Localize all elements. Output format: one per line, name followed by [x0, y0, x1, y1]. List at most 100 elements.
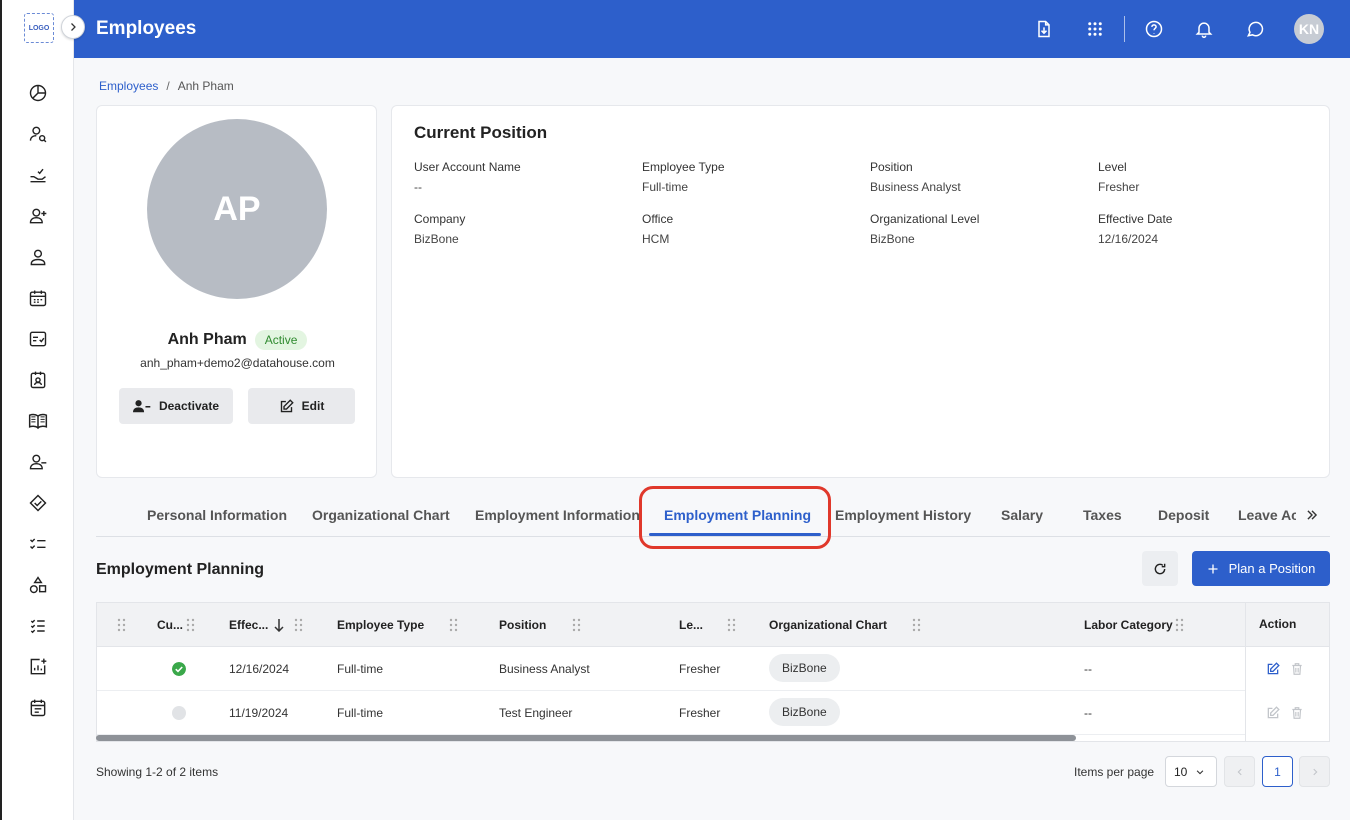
tabs-scroll-right-button[interactable] [1302, 505, 1322, 525]
column-header-employee-type[interactable]: Employee Type [337, 618, 424, 632]
plan-position-button[interactable]: Plan a Position [1192, 551, 1330, 586]
handshake-icon [29, 493, 47, 512]
prev-page-button[interactable] [1224, 756, 1255, 787]
items-per-page-label: Items per page [1074, 765, 1155, 779]
horizontal-scrollbar[interactable] [96, 735, 1076, 741]
field-value: -- [414, 180, 422, 194]
tab-employment-history[interactable]: Employment History [835, 507, 971, 523]
sidebar-item-calendar-note[interactable] [2, 687, 74, 728]
header-divider [1124, 16, 1125, 42]
refresh-button[interactable] [1142, 551, 1178, 586]
deactivate-button[interactable]: Deactivate [119, 388, 233, 424]
sidebar-item-user-remove[interactable] [2, 441, 74, 482]
breadcrumb-employees-link[interactable]: Employees [99, 79, 158, 93]
column-header-effective-date[interactable]: Effec... [229, 618, 268, 632]
status-badge: Active [254, 330, 308, 350]
edit-icon[interactable] [1266, 706, 1280, 720]
current-position-title: Current Position [414, 123, 548, 142]
help-icon[interactable] [1142, 17, 1166, 41]
sidebar-item-calendar[interactable] [2, 277, 74, 318]
column-header-current[interactable]: Cu... [157, 618, 183, 632]
sidebar-item-user-add[interactable] [2, 195, 74, 236]
sidebar-item-contact-card[interactable] [2, 359, 74, 400]
dashboard-icon [29, 84, 47, 101]
sidebar-item-handshake[interactable] [2, 482, 74, 523]
delete-icon[interactable] [1290, 706, 1304, 720]
tab-taxes[interactable]: Taxes [1083, 507, 1122, 523]
field-office: Office HCM [642, 212, 673, 246]
edit-button[interactable]: Edit [248, 388, 355, 424]
field-label: Level [1098, 160, 1127, 174]
field-value: Full-time [642, 180, 689, 194]
drag-handle-icon[interactable] [727, 618, 737, 632]
sidebar-item-user[interactable] [2, 236, 74, 277]
sidebar-item-user-search[interactable] [2, 113, 74, 154]
sort-desc-icon[interactable] [273, 618, 285, 632]
delete-icon[interactable] [1290, 662, 1304, 676]
tab-personal-information[interactable]: Personal Information [147, 507, 287, 523]
drag-handle-icon[interactable] [449, 618, 459, 632]
chevron-right-icon [71, 23, 76, 31]
sidebar-item-task-list[interactable] [2, 523, 74, 564]
table-row[interactable]: 11/19/2024 Full-time Test Engineer Fresh… [97, 691, 1329, 735]
active-tab-indicator [649, 533, 821, 536]
page-button[interactable]: 1 [1262, 756, 1293, 787]
field-effective-date: Effective Date 12/16/2024 [1098, 212, 1172, 246]
drag-handle-icon[interactable] [294, 618, 304, 632]
task-list-icon [29, 537, 46, 549]
cell-employee-type: Full-time [337, 706, 384, 720]
sidebar-toggle-button[interactable] [61, 15, 85, 39]
field-value: Business Analyst [870, 180, 961, 194]
chat-icon[interactable] [1243, 17, 1267, 41]
user-icon [30, 249, 46, 265]
calendar-note-icon [30, 699, 46, 716]
user-avatar[interactable]: KN [1294, 14, 1324, 44]
bell-icon[interactable] [1192, 17, 1216, 41]
tab-organizational-chart[interactable]: Organizational Chart [312, 507, 450, 523]
cell-labor-category: -- [1084, 706, 1092, 720]
drag-handle-icon[interactable] [1175, 618, 1185, 632]
calendar-icon [29, 290, 47, 306]
section-title: Employment Planning [96, 561, 265, 578]
org-chart-chip: BizBone [769, 698, 840, 726]
column-header-labor-category[interactable]: Labor Category [1084, 618, 1173, 632]
user-search-icon [29, 126, 47, 142]
next-page-button[interactable] [1299, 756, 1330, 787]
cell-effective-date: 11/19/2024 [229, 706, 289, 720]
field-level: Level Fresher [1098, 160, 1139, 194]
sidebar-item-chart-add[interactable] [2, 646, 74, 687]
current-position-card: Current Position User Account Name -- Em… [391, 105, 1330, 478]
breadcrumb-separator: / [166, 79, 170, 93]
sidebar-item-list-check[interactable] [2, 605, 74, 646]
column-header-position[interactable]: Position [499, 618, 546, 632]
column-header-action: Action [1259, 617, 1297, 631]
sidebar-item-dashboard[interactable] [2, 72, 74, 113]
tab-employment-information[interactable]: Employment Information [475, 507, 640, 523]
sidebar-item-checklist[interactable] [2, 318, 74, 359]
field-label: Effective Date [1098, 212, 1173, 226]
tab-deposit[interactable]: Deposit [1158, 507, 1209, 523]
cell-position: Business Analyst [499, 662, 590, 676]
items-per-page-select[interactable]: 10 [1165, 756, 1217, 787]
drag-handle-icon[interactable] [186, 618, 196, 632]
contact-card-icon [30, 371, 46, 388]
column-header-organizational-chart[interactable]: Organizational Chart [769, 618, 887, 632]
sidebar-item-book[interactable] [2, 400, 74, 441]
sidebar-nav [2, 72, 74, 728]
tab-salary[interactable]: Salary [1001, 507, 1043, 523]
table-row[interactable]: 12/16/2024 Full-time Business Analyst Fr… [97, 647, 1329, 691]
apps-grid-icon[interactable] [1083, 17, 1107, 41]
deactivate-label: Deactivate [158, 399, 220, 413]
edit-icon[interactable] [1266, 662, 1280, 676]
drag-handle-icon[interactable] [117, 618, 127, 632]
sidebar-item-hand-check[interactable] [2, 154, 74, 195]
tab-employment-planning[interactable]: Employment Planning [664, 507, 811, 523]
drag-handle-icon[interactable] [572, 618, 582, 632]
download-file-icon[interactable] [1032, 17, 1056, 41]
column-header-level[interactable]: Le... [679, 618, 703, 632]
sidebar-item-shapes[interactable] [2, 564, 74, 605]
drag-handle-icon[interactable] [912, 618, 922, 632]
tab-leave[interactable]: Leave Ac [1238, 507, 1296, 523]
org-chart-chip: BizBone [769, 654, 840, 682]
field-value: HCM [642, 232, 670, 246]
